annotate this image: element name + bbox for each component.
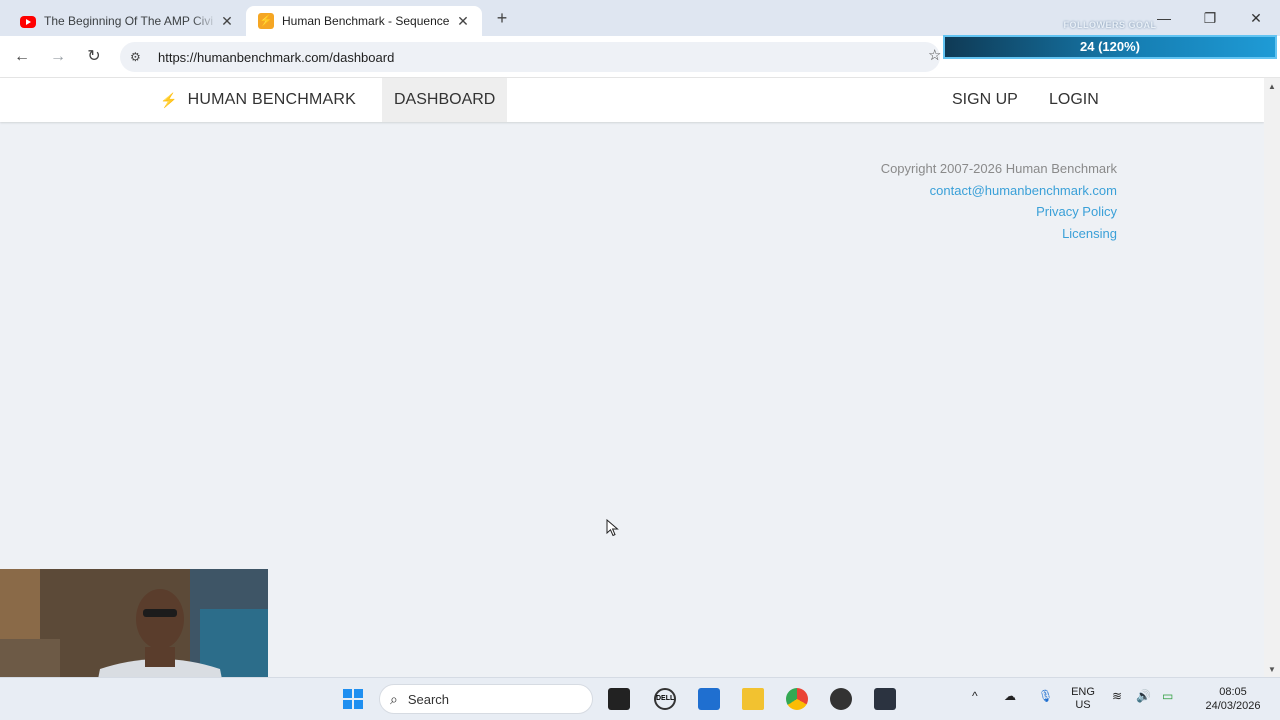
clock-time: 08:05: [1219, 686, 1247, 698]
brand-name: HUMAN BENCHMARK: [187, 91, 356, 108]
volume-icon[interactable]: 🔊: [1136, 690, 1151, 703]
goal-bar: 24 (120%): [943, 35, 1277, 59]
brand-link[interactable]: ⚡ HUMAN BENCHMARK: [160, 78, 356, 122]
taskbar: ⌕ Search DELL ^ ☁ 🎙 ENG US ≋ 🔊 ▭ 08:05 2…: [0, 677, 1280, 720]
file-explorer-icon[interactable]: [742, 688, 764, 710]
address-bar[interactable]: ⚙ https://humanbenchmark.com/dashboard: [120, 42, 940, 72]
lightning-icon: ⚡: [160, 91, 178, 108]
chrome-icon[interactable]: [786, 688, 808, 710]
wifi-icon[interactable]: ≋: [1112, 690, 1122, 703]
store-icon[interactable]: [698, 688, 720, 710]
site-navbar: ⚡ HUMAN BENCHMARK DASHBOARD SIGN UP LOGI…: [0, 78, 1264, 122]
page-scrollbar[interactable]: ▲ ▼: [1264, 78, 1280, 677]
region-label: US: [1075, 699, 1091, 711]
microphone-icon[interactable]: 🎙: [1038, 690, 1053, 703]
youtube-icon: [20, 16, 36, 28]
dell-icon[interactable]: DELL: [654, 688, 676, 710]
goal-value: 24 (120%): [1080, 39, 1140, 54]
nav-login[interactable]: LOGIN: [1037, 78, 1111, 122]
nav-sign-up[interactable]: SIGN UP: [940, 78, 1030, 122]
licensing-link[interactable]: Licensing: [881, 223, 1117, 245]
followers-goal-overlay: FOLLOWERS GOAL 24 (120%): [943, 20, 1277, 60]
tab-human-benchmark[interactable]: ⚡ Human Benchmark - Sequence ✕: [246, 6, 482, 36]
tab-title: Human Benchmark - Sequence: [282, 14, 450, 28]
new-tab-button[interactable]: +: [492, 8, 512, 28]
mouse-cursor-icon: [606, 519, 619, 537]
back-button[interactable]: ←: [10, 46, 34, 68]
cloud-icon[interactable]: ☁: [1004, 690, 1016, 703]
reload-button[interactable]: ↻: [82, 46, 106, 68]
bookmark-star-icon[interactable]: ☆: [928, 46, 941, 64]
site-footer: Copyright 2007-2026 Human Benchmark cont…: [881, 158, 1117, 244]
tab-youtube[interactable]: The Beginning Of The AMP Civi ✕: [8, 6, 246, 36]
copyright-text: Copyright 2007-2026 Human Benchmark: [880, 161, 1117, 176]
goal-label: FOLLOWERS GOAL: [1063, 20, 1157, 30]
language-label: ENG: [1071, 686, 1095, 698]
battery-icon[interactable]: ▭: [1162, 690, 1173, 703]
scroll-up-icon[interactable]: ▲: [1267, 82, 1277, 91]
close-icon[interactable]: ✕: [454, 13, 472, 30]
app-icon[interactable]: [874, 688, 896, 710]
obs-icon[interactable]: [830, 688, 852, 710]
url-text[interactable]: https://humanbenchmark.com/dashboard: [158, 50, 394, 65]
chevron-up-icon[interactable]: ^: [972, 690, 978, 703]
nav-dashboard[interactable]: DASHBOARD: [382, 78, 508, 122]
close-icon[interactable]: ✕: [218, 13, 236, 30]
forward-button[interactable]: →: [46, 46, 70, 68]
human-benchmark-icon: ⚡: [258, 13, 274, 29]
language-indicator[interactable]: ENG US: [1068, 686, 1098, 712]
clock-date: 24/03/2026: [1205, 700, 1261, 712]
tab-title: The Beginning Of The AMP Civi: [44, 14, 213, 28]
clock[interactable]: 08:05 24/03/2026: [1198, 685, 1268, 713]
task-view-icon[interactable]: [608, 688, 630, 710]
windows-start-icon[interactable]: [342, 688, 364, 710]
taskbar-search[interactable]: ⌕ Search: [379, 684, 593, 714]
search-icon: ⌕: [390, 690, 398, 707]
privacy-policy-link[interactable]: Privacy Policy: [881, 201, 1117, 223]
search-label: Search: [407, 691, 450, 707]
contact-email-link[interactable]: contact@humanbenchmark.com: [881, 180, 1117, 202]
scroll-down-icon[interactable]: ▼: [1267, 665, 1277, 674]
site-info-icon[interactable]: ⚙: [130, 50, 150, 64]
